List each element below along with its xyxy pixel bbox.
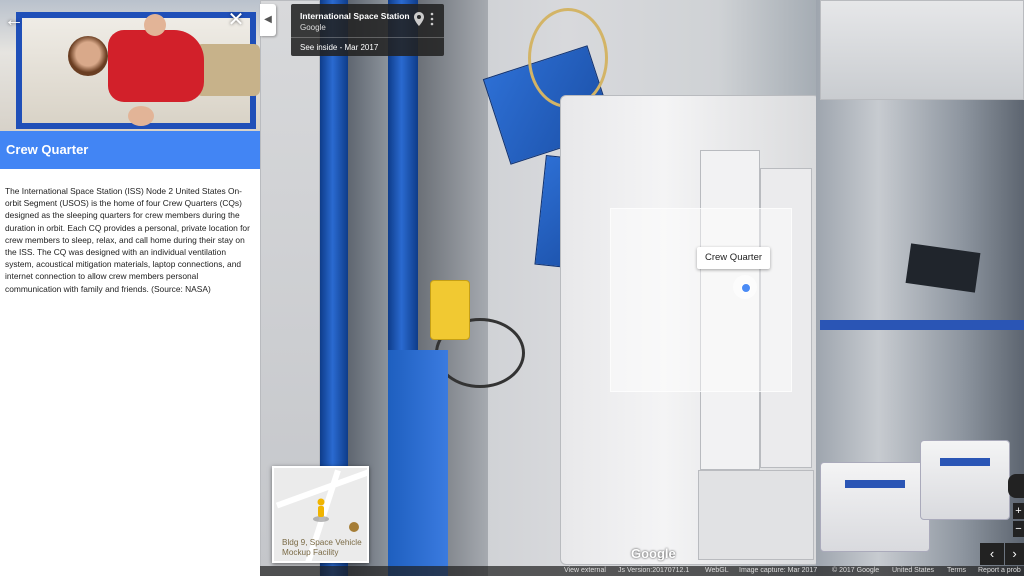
image-capture-text: Image capture: Mar 2017 (739, 567, 818, 574)
scene-blue-rail (820, 320, 1024, 330)
scene-blue-container (388, 350, 448, 576)
compass-icon[interactable] (1008, 474, 1024, 498)
pegman-icon[interactable] (312, 498, 330, 522)
more-vert-icon[interactable] (429, 12, 435, 26)
terms-link[interactable]: Terms (947, 567, 966, 574)
hero-person-hand (144, 14, 166, 36)
hero-person-legs (196, 44, 260, 96)
scene-door-panel (698, 470, 814, 560)
report-problem-link[interactable]: Report a prob (978, 567, 1021, 574)
webgl-text: WebGL (705, 567, 729, 574)
minimap-place-label: Bldg 9, Space Vehicle Mockup Facility (282, 538, 362, 557)
copyright-text: © 2017 Google (832, 567, 880, 574)
location-pin-icon[interactable] (414, 12, 424, 26)
hero-person-hand (128, 106, 154, 126)
scene-storage-bag (820, 462, 930, 552)
close-icon: ✕ (227, 9, 245, 31)
zoom-out-button[interactable]: − (1013, 521, 1024, 537)
chevron-left-icon: ◀ (264, 14, 272, 25)
google-logo: Google (631, 546, 676, 561)
collapse-panel-button[interactable]: ◀ (260, 4, 276, 36)
hero-image: ← ✕ (0, 0, 260, 131)
scene-storage-bag (920, 440, 1010, 520)
js-version-text: Js Version:20170712.1 (618, 567, 690, 574)
location-title[interactable]: International Space Station (300, 11, 410, 21)
hero-person-head (68, 36, 108, 76)
panel-description: The International Space Station (ISS) No… (5, 186, 250, 294)
hotspot-label[interactable]: Crew Quarter (697, 247, 771, 269)
scene-bag-stripe (845, 480, 905, 488)
hero-person-body (108, 30, 204, 102)
panel-title: Crew Quarter (0, 131, 260, 169)
footer-bar: View external Js Version:20170712.1 WebG… (260, 566, 1024, 576)
hotspot-plane[interactable] (610, 208, 792, 392)
zoom-in-button[interactable]: + (1013, 503, 1024, 519)
scene-yellow-bag (430, 280, 470, 340)
back-button[interactable]: ← (2, 8, 26, 32)
location-card: International Space Station Google See i… (291, 4, 444, 56)
minimap[interactable]: Bldg 9, Space Vehicle Mockup Facility (272, 466, 369, 563)
close-button[interactable]: ✕ (224, 8, 248, 32)
arrow-left-icon: ← (4, 9, 24, 31)
hotspot-marker[interactable] (733, 275, 757, 299)
nav-prev-button[interactable]: ‹ (980, 543, 1004, 565)
scene-cable (528, 8, 608, 108)
card-divider (291, 37, 444, 38)
see-inside-date[interactable]: See inside - Mar 2017 (300, 43, 378, 52)
scene-ceiling-panel (820, 0, 1024, 100)
country-link[interactable]: United States (892, 567, 934, 574)
scene-bag-stripe (940, 458, 990, 466)
poi-icon (349, 522, 359, 532)
location-subtitle: Google (300, 23, 326, 32)
nav-next-button[interactable]: › (1005, 543, 1024, 565)
info-panel: ← ✕ Crew Quarter The International Space… (0, 0, 260, 576)
view-external-link[interactable]: View external (564, 567, 606, 574)
